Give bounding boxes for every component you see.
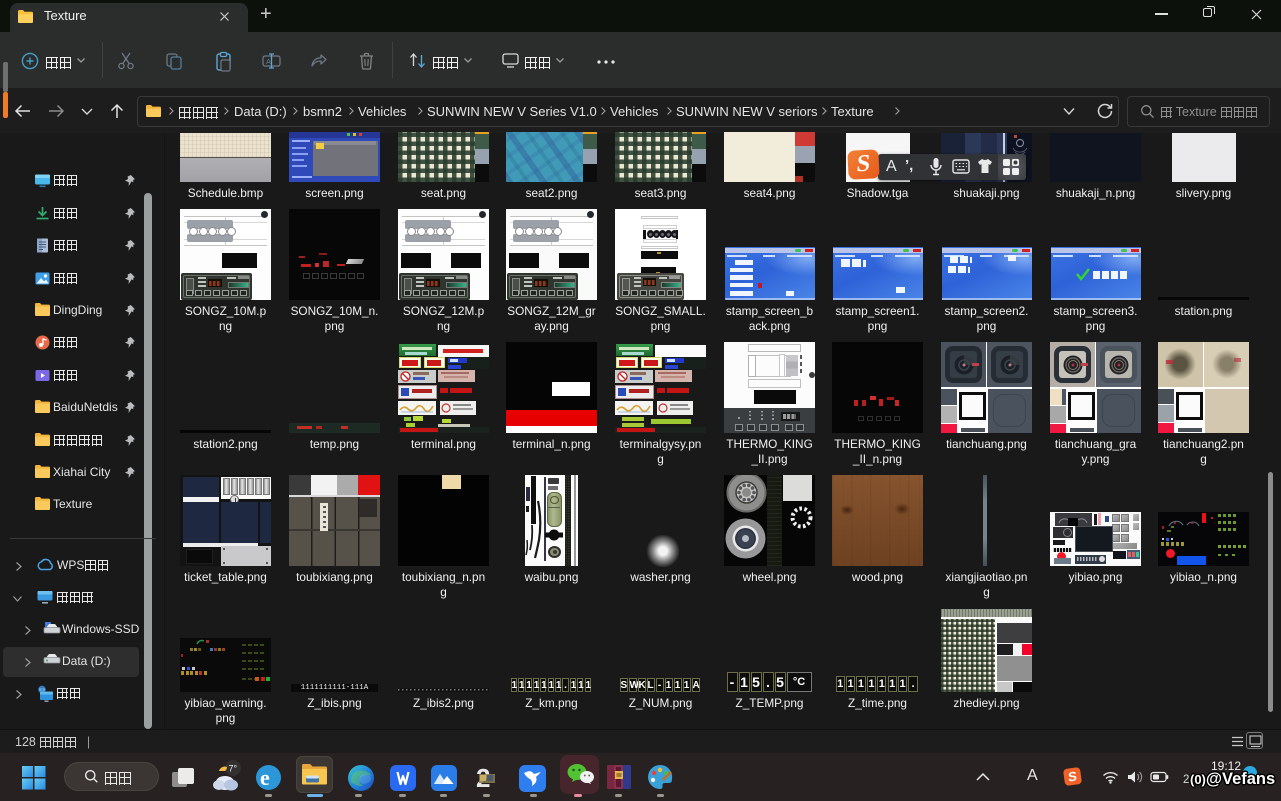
svg-text:e: e (260, 765, 270, 790)
svg-text:A: A (266, 57, 271, 66)
svg-text:7°: 7° (229, 764, 238, 774)
